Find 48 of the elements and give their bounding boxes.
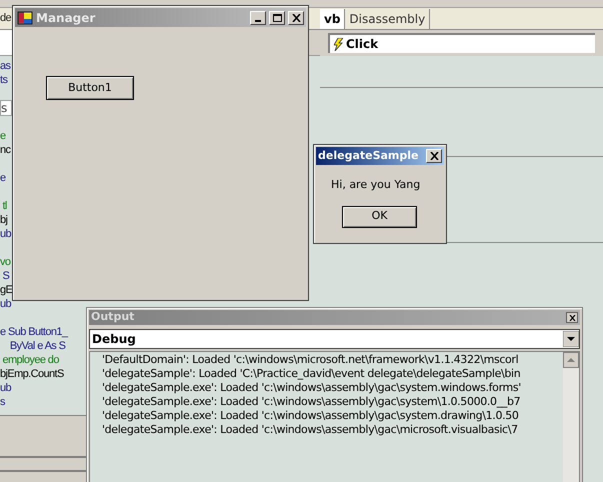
output-line: 'delegateSample.exe': Loaded 'c:\windows\assembly\gac\system\1.0.5000.0__b7 <box>102 395 522 409</box>
code-text: e <box>0 171 6 185</box>
code-text: e Sub Button1_ <box>0 325 68 339</box>
dialog-message: Hi, are you Yang <box>331 177 422 193</box>
output-line: 'delegateSample': Loaded 'C:\Practice_david\event delegate\delegateSample\bin <box>102 367 522 381</box>
close-button[interactable] <box>566 312 578 323</box>
code-text: e <box>0 129 6 143</box>
code-text: tl <box>1 199 7 213</box>
code-text: ub <box>0 297 12 311</box>
panel-title: Output <box>91 309 136 326</box>
form-button[interactable]: Button1 <box>46 76 134 100</box>
app-icon <box>17 10 33 26</box>
close-icon <box>430 152 438 160</box>
ok-button[interactable]: OK <box>342 206 417 228</box>
code-text: bj <box>0 213 8 227</box>
code-text: s <box>0 395 5 409</box>
dropdown-arrow-icon <box>563 331 579 347</box>
code-text: ub <box>0 381 12 395</box>
scrollbar[interactable] <box>563 352 579 482</box>
code-field[interactable]: s <box>0 100 12 116</box>
output-line: 'DefaultDomain': Loaded 'c:\windows\microsoft.net\framework\v1.1.4322\mscorl <box>102 353 520 367</box>
code-text: employee do <box>1 353 59 367</box>
dialog-title: delegateSample <box>318 148 420 164</box>
code-text: ByVal e As S <box>8 339 66 353</box>
lightning-icon <box>334 38 343 50</box>
minimize-icon <box>255 20 261 22</box>
close-icon <box>568 314 576 320</box>
scroll-up-icon[interactable] <box>563 352 579 368</box>
tab-label[interactable]: de <box>0 10 12 27</box>
code-text: gE <box>0 283 12 297</box>
output-line: 'delegateSample.exe': Loaded 'c:\windows\assembly\gac\microsoft.visualbasic\7 <box>102 423 519 437</box>
code-text: S <box>1 269 10 283</box>
output-line: 'delegateSample.exe': Loaded 'c:\windows\assembly\gac\system.drawing\1.0.50 <box>102 409 520 423</box>
output-line: 'delegateSample.exe': Loaded 'c:\windows\assembly\gac\system.windows.forms' <box>102 381 522 395</box>
code-text: ub <box>0 227 12 241</box>
editor-tab[interactable]: vb <box>320 9 346 29</box>
event-dropdown[interactable]: Click <box>328 33 595 53</box>
close-icon <box>292 14 300 22</box>
minimize-button[interactable] <box>250 10 266 24</box>
code-text: ts <box>0 73 8 87</box>
maximize-icon <box>272 14 282 22</box>
code-text: vo <box>0 255 10 269</box>
pane-dropdown[interactable]: Debug <box>89 329 580 349</box>
window-title: Manager <box>36 10 96 26</box>
code-text: as <box>0 59 10 73</box>
code-text: nc <box>0 143 10 157</box>
code-text: bjEmp.CountS <box>0 367 64 381</box>
maximize-button[interactable] <box>269 10 285 24</box>
